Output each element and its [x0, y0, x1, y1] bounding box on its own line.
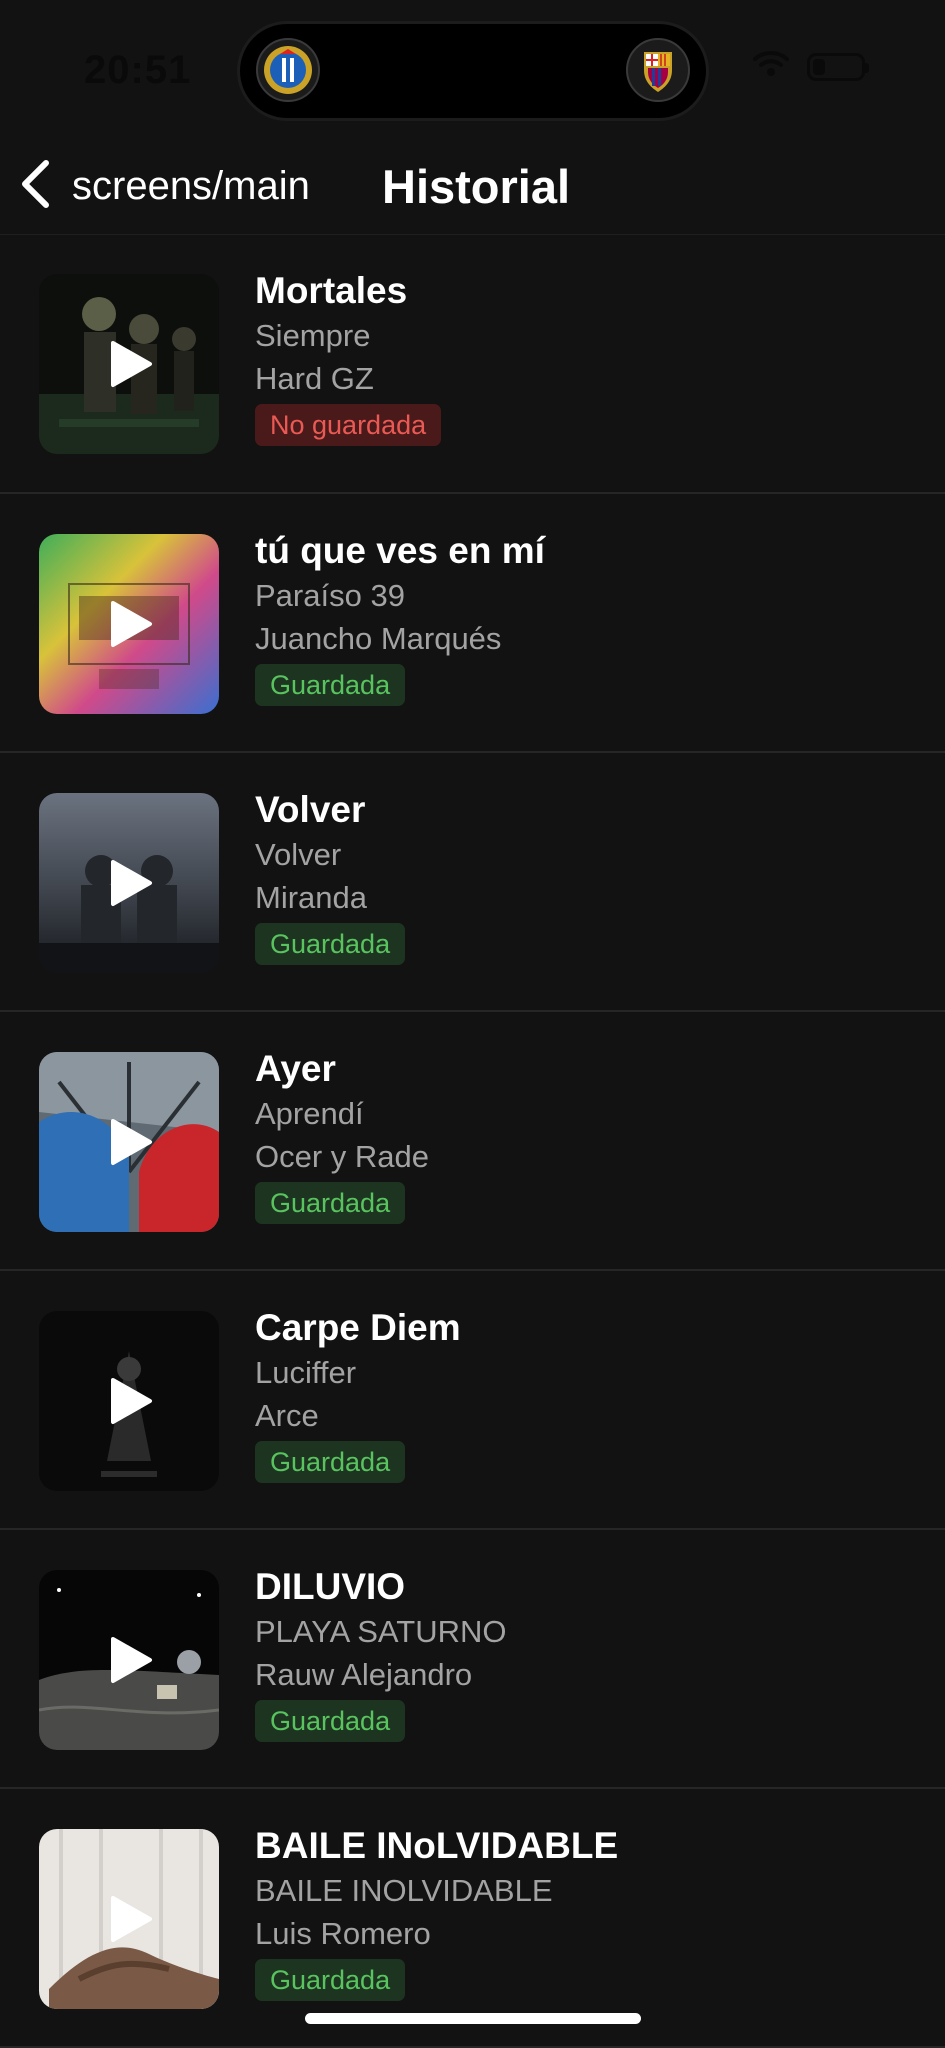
- status-badge: No guardada: [255, 404, 442, 446]
- song-row[interactable]: Volver Volver Miranda Guardada: [0, 753, 945, 1012]
- song-artist: Ocer y Rade: [255, 1139, 430, 1174]
- song-title: DILUVIO: [255, 1566, 406, 1607]
- dynamic-island: [240, 24, 706, 118]
- back-button[interactable]: screens/main: [18, 154, 310, 218]
- album-cover[interactable]: [39, 274, 219, 454]
- song-row[interactable]: tú que ves en mí Paraíso 39 Juancho Marq…: [0, 494, 945, 753]
- song-artist: Rauw Alejandro: [255, 1657, 473, 1692]
- page-title: Historial: [382, 160, 571, 213]
- song-row[interactable]: DILUVIO PLAYA SATURNO Rauw Alejandro Gua…: [0, 1530, 945, 1789]
- play-icon: [111, 1637, 152, 1683]
- album-cover[interactable]: [39, 1570, 219, 1750]
- song-album: Volver: [255, 837, 342, 872]
- album-cover[interactable]: [39, 793, 219, 973]
- song-row[interactable]: Carpe Diem Luciffer Arce Guardada: [0, 1271, 945, 1530]
- play-icon: [111, 1378, 152, 1424]
- status-badge: Guardada: [255, 1441, 406, 1483]
- battery-icon: [807, 52, 869, 81]
- song-info: BAILE INoLVIDABLE BAILE INOLVIDABLE Luis…: [255, 1823, 925, 2001]
- song-artist: Miranda: [255, 880, 367, 915]
- status-badge: Guardada: [255, 1959, 406, 2001]
- song-row[interactable]: Mortales Siempre Hard GZ No guardada: [0, 234, 945, 494]
- navigation-bar: screens/main Historial: [0, 140, 945, 235]
- song-title: Volver: [255, 789, 366, 830]
- song-info: DILUVIO PLAYA SATURNO Rauw Alejandro Gua…: [255, 1564, 925, 1742]
- rcd-espanyol-crest-icon: [256, 38, 320, 102]
- home-indicator[interactable]: [305, 2013, 641, 2024]
- song-info: Carpe Diem Luciffer Arce Guardada: [255, 1305, 925, 1483]
- song-info: tú que ves en mí Paraíso 39 Juancho Marq…: [255, 528, 925, 706]
- song-album: Siempre: [255, 318, 371, 353]
- play-icon: [111, 341, 152, 387]
- song-title: BAILE INoLVIDABLE: [255, 1825, 619, 1866]
- play-icon: [111, 601, 152, 647]
- song-artist: Arce: [255, 1398, 319, 1433]
- song-album: BAILE INOLVIDABLE: [255, 1873, 553, 1908]
- wifi-icon: [753, 50, 789, 83]
- album-cover[interactable]: [39, 534, 219, 714]
- status-badge: Guardada: [255, 923, 406, 965]
- song-title: Ayer: [255, 1048, 336, 1089]
- song-info: Mortales Siempre Hard GZ No guardada: [255, 268, 925, 446]
- back-label: screens/main: [72, 163, 310, 208]
- history-list: Mortales Siempre Hard GZ No guardada tú …: [0, 234, 945, 2048]
- status-badge: Guardada: [255, 1182, 406, 1224]
- song-title: Carpe Diem: [255, 1307, 461, 1348]
- status-badge: Guardada: [255, 1700, 406, 1742]
- song-row[interactable]: BAILE INoLVIDABLE BAILE INOLVIDABLE Luis…: [0, 1789, 945, 2048]
- song-album: Aprendí: [255, 1096, 364, 1131]
- status-bar: 20:51: [0, 0, 945, 140]
- status-time: 20:51: [84, 48, 192, 92]
- album-cover[interactable]: [39, 1829, 219, 2009]
- play-icon: [111, 1896, 152, 1942]
- status-badge: Guardada: [255, 664, 406, 706]
- play-icon: [111, 1119, 152, 1165]
- song-title: tú que ves en mí: [255, 530, 545, 571]
- battery-level: [813, 58, 825, 75]
- song-info: Ayer Aprendí Ocer y Rade Guardada: [255, 1046, 925, 1224]
- song-artist: Juancho Marqués: [255, 621, 502, 656]
- song-artist: Hard GZ: [255, 361, 374, 396]
- song-album: PLAYA SATURNO: [255, 1614, 507, 1649]
- status-icons: [753, 50, 869, 83]
- album-cover[interactable]: [39, 1311, 219, 1491]
- song-title: Mortales: [255, 270, 408, 311]
- song-row[interactable]: Ayer Aprendí Ocer y Rade Guardada: [0, 1012, 945, 1271]
- song-artist: Luis Romero: [255, 1916, 431, 1951]
- song-album: Paraíso 39: [255, 578, 405, 613]
- play-icon: [111, 860, 152, 906]
- song-album: Luciffer: [255, 1355, 357, 1390]
- song-info: Volver Volver Miranda Guardada: [255, 787, 925, 965]
- fc-barcelona-crest-icon: [626, 38, 690, 102]
- album-cover[interactable]: [39, 1052, 219, 1232]
- chevron-left-icon: [18, 159, 52, 214]
